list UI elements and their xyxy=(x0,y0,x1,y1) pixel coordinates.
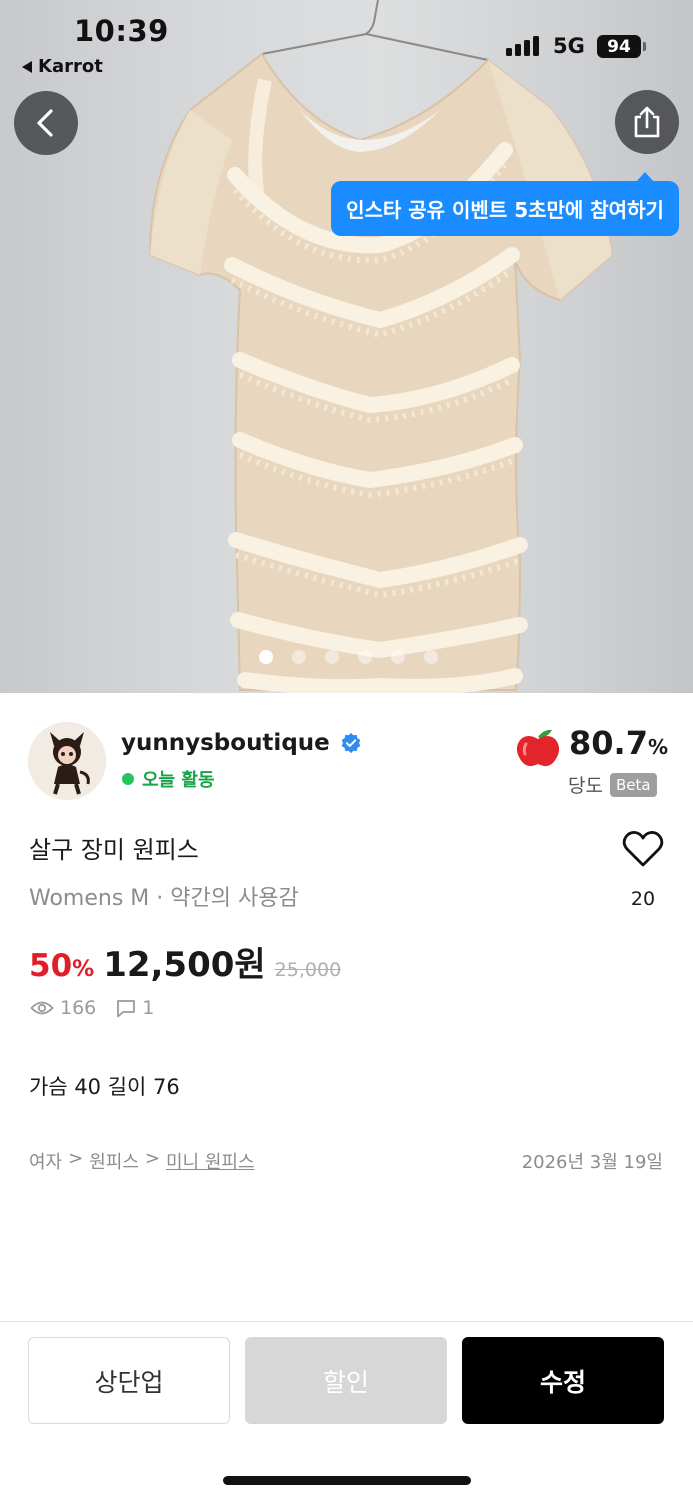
product-meta: Womens M · 약간의 사용감 xyxy=(29,886,299,911)
product-description: 가슴 40 길이 76 xyxy=(29,1075,180,1099)
home-indicator[interactable] xyxy=(223,1476,471,1485)
breadcrumb-item[interactable]: 여자 xyxy=(29,1148,62,1174)
view-count: 166 xyxy=(60,997,97,1019)
status-bar: 10:39 Karrot 5G 94 xyxy=(0,0,693,90)
status-time: 10:39 xyxy=(74,14,169,48)
back-app-label: Karrot xyxy=(38,56,103,77)
sweetness-unit: % xyxy=(647,735,668,759)
product-photo xyxy=(148,0,614,693)
avatar-character-image xyxy=(28,722,106,800)
back-to-app-link[interactable]: Karrot xyxy=(22,56,103,77)
chat-icon xyxy=(117,999,136,1017)
seller-name-row[interactable]: yunnysboutique xyxy=(121,730,362,756)
edit-button[interactable]: 수정 xyxy=(462,1337,664,1424)
sweetness-label-row: 당도 Beta xyxy=(568,771,657,798)
apple-icon xyxy=(516,729,560,767)
sweetness-number: 80.7 xyxy=(569,724,648,762)
back-triangle-icon xyxy=(22,60,32,73)
share-event-tooltip[interactable]: 인스타 공유 이벤트 5초만에 참여하기 xyxy=(331,172,679,236)
like-count: 20 xyxy=(630,888,656,910)
activity-status: 오늘 활동 xyxy=(122,766,215,792)
active-dot-icon xyxy=(122,773,134,785)
discount-number: 50 xyxy=(29,948,73,984)
sweetness-value: 80.7% xyxy=(569,724,668,762)
back-arrow-icon xyxy=(37,109,53,137)
price-row: 50% 12,500원 25,000 xyxy=(29,937,341,986)
carousel-dot[interactable] xyxy=(324,650,339,664)
cellular-signal-icon xyxy=(506,34,539,56)
share-icon xyxy=(634,106,660,138)
category-breadcrumb: 여자 > 원피스 > 미니 원피스 xyxy=(29,1148,255,1174)
activity-label: 오늘 활동 xyxy=(142,770,215,791)
seller-name: yunnysboutique xyxy=(121,730,330,756)
carousel-dot[interactable] xyxy=(291,650,306,664)
battery-tip xyxy=(643,42,646,51)
like-button[interactable] xyxy=(620,830,666,868)
product-photo-carousel[interactable] xyxy=(0,0,693,693)
posted-date: 2026년 3월 19일 xyxy=(521,1152,663,1173)
eye-icon xyxy=(30,1001,54,1015)
bump-button[interactable]: 상단업 xyxy=(28,1337,230,1424)
back-button[interactable] xyxy=(14,91,78,155)
battery-icon: 94 xyxy=(597,35,641,58)
carousel-dot[interactable] xyxy=(423,650,438,664)
sale-price: 12,500원 xyxy=(103,945,266,985)
sweetness-score[interactable]: 80.7% xyxy=(514,722,668,767)
breadcrumb-category-link[interactable]: 미니 원피스 xyxy=(166,1148,255,1174)
bottom-bar-divider xyxy=(0,1321,693,1322)
battery-level: 94 xyxy=(607,36,631,57)
verified-badge-icon xyxy=(341,732,361,754)
discount-button[interactable]: 할인 xyxy=(245,1337,447,1424)
breadcrumb-separator: > xyxy=(68,1148,84,1169)
discount-rate: 50% xyxy=(29,948,94,984)
carousel-pagination xyxy=(0,650,693,664)
sweetness-label: 당도 xyxy=(568,775,603,797)
view-chat-stats: 166 1 xyxy=(30,997,154,1019)
discount-unit: % xyxy=(72,957,95,982)
carousel-dot[interactable] xyxy=(390,650,405,664)
breadcrumb-item[interactable]: 원피스 xyxy=(89,1148,139,1174)
beta-badge: Beta xyxy=(609,772,657,797)
seller-avatar[interactable] xyxy=(28,722,106,800)
product-title: 살구 장미 원피스 xyxy=(29,836,199,864)
carousel-dot[interactable] xyxy=(357,650,372,664)
heart-icon xyxy=(622,831,664,867)
tooltip-text: 인스타 공유 이벤트 5초만에 참여하기 xyxy=(346,198,664,222)
share-button[interactable] xyxy=(615,90,679,154)
network-type: 5G xyxy=(553,34,585,58)
breadcrumb-separator: > xyxy=(144,1148,160,1169)
chat-count: 1 xyxy=(142,997,155,1019)
original-price: 25,000 xyxy=(274,959,342,981)
carousel-dot[interactable] xyxy=(258,650,273,664)
